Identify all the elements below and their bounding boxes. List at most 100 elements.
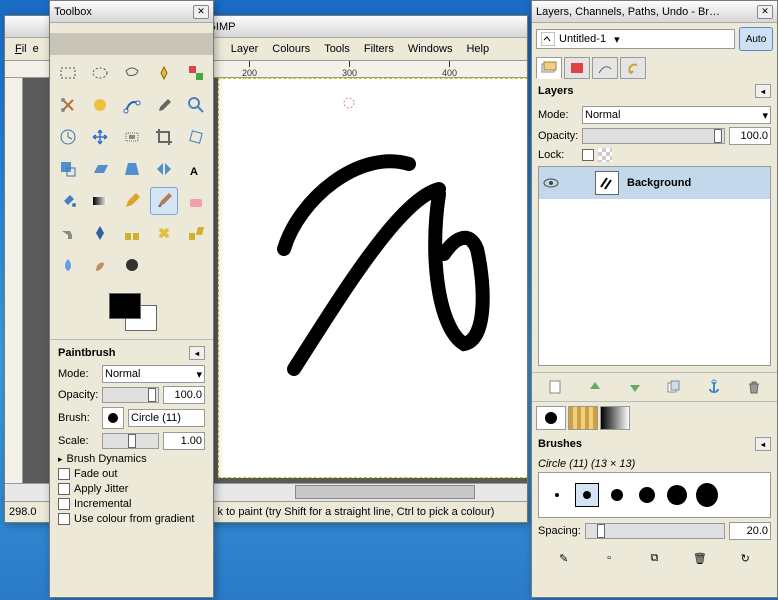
brushes-tab-icon[interactable]	[536, 406, 566, 430]
bucket-fill-tool-icon[interactable]	[54, 187, 82, 215]
fuzzy-select-tool-icon[interactable]	[150, 59, 178, 87]
brush-dynamics-expander[interactable]: Brush Dynamics	[58, 453, 205, 465]
brush-item[interactable]	[605, 483, 629, 507]
menu-help[interactable]: Help	[460, 41, 495, 57]
menu-windows[interactable]: Windows	[402, 41, 459, 57]
shear-tool-icon[interactable]	[86, 155, 114, 183]
edit-brush-icon[interactable]: ✎	[553, 547, 575, 569]
options-menu-icon[interactable]: ◂	[189, 346, 205, 360]
measure-tool-icon[interactable]	[54, 123, 82, 151]
gradients-tab-icon[interactable]	[600, 406, 630, 430]
blur-tool-icon[interactable]	[54, 251, 82, 279]
spacing-value[interactable]: 20.0	[729, 522, 771, 540]
delete-layer-icon[interactable]	[743, 376, 765, 398]
layer-opacity-value[interactable]: 100.0	[729, 127, 771, 145]
toolbox-titlebar[interactable]: Toolbox ✕	[50, 1, 213, 23]
lower-layer-icon[interactable]	[624, 376, 646, 398]
eraser-tool-icon[interactable]	[182, 187, 210, 215]
menu-tools[interactable]: Tools	[318, 41, 356, 57]
smudge-tool-icon[interactable]	[86, 251, 114, 279]
scale-value[interactable]: 1.00	[163, 432, 205, 450]
brushes-menu-icon[interactable]: ◂	[755, 437, 771, 451]
blend-tool-icon[interactable]	[86, 187, 114, 215]
menu-layer[interactable]: Layer	[225, 41, 265, 57]
close-icon[interactable]: ✕	[193, 5, 209, 19]
image-select[interactable]: Untitled-1 ▾	[536, 29, 735, 49]
rect-select-tool-icon[interactable]	[54, 59, 82, 87]
zoom-tool-icon[interactable]	[182, 91, 210, 119]
channels-tab-icon[interactable]	[564, 57, 590, 79]
mode-select[interactable]: Normal▾	[102, 365, 205, 383]
scale-slider[interactable]	[102, 433, 159, 449]
delete-brush-icon[interactable]: 🗑	[689, 547, 711, 569]
brush-preview[interactable]	[102, 407, 124, 429]
brush-item[interactable]	[665, 483, 689, 507]
anchor-layer-icon[interactable]	[703, 376, 725, 398]
menu-file[interactable]: File	[9, 41, 51, 57]
foreground-color[interactable]	[109, 293, 141, 319]
paths-tab-icon[interactable]	[592, 57, 618, 79]
heal-tool-icon[interactable]	[150, 219, 178, 247]
undo-tab-icon[interactable]	[620, 57, 646, 79]
color-select-tool-icon[interactable]	[182, 59, 210, 87]
refresh-brushes-icon[interactable]: ↻	[734, 547, 756, 569]
raise-layer-icon[interactable]	[584, 376, 606, 398]
lock-pixels-checkbox[interactable]	[582, 149, 594, 161]
perspective-tool-icon[interactable]	[118, 155, 146, 183]
new-brush-icon[interactable]: ▫	[598, 547, 620, 569]
perspective-clone-tool-icon[interactable]	[182, 219, 210, 247]
gradient-checkbox[interactable]	[58, 513, 70, 525]
spacing-slider[interactable]	[585, 523, 725, 539]
fade-checkbox[interactable]	[58, 468, 70, 480]
opacity-value[interactable]: 100.0	[163, 386, 205, 404]
foreground-select-tool-icon[interactable]	[86, 91, 114, 119]
duplicate-brush-icon[interactable]: ⧉	[643, 547, 665, 569]
scale-tool-icon[interactable]	[54, 155, 82, 183]
layers-tab-icon[interactable]	[536, 57, 562, 79]
menu-colours[interactable]: Colours	[266, 41, 316, 57]
scissors-tool-icon[interactable]	[54, 91, 82, 119]
layer-row[interactable]: Background	[539, 167, 770, 199]
layer-mode-select[interactable]: Normal▾	[582, 106, 771, 124]
chevron-down-icon: ▾	[196, 368, 202, 381]
patterns-tab-icon[interactable]	[568, 406, 598, 430]
layers-menu-icon[interactable]: ◂	[755, 84, 771, 98]
pencil-tool-icon[interactable]	[118, 187, 146, 215]
eyedropper-tool-icon[interactable]	[150, 91, 178, 119]
menu-filters[interactable]: Filters	[358, 41, 400, 57]
layers-titlebar[interactable]: Layers, Channels, Paths, Undo - Br… ✕	[532, 1, 777, 23]
text-tool-icon[interactable]: A	[182, 155, 210, 183]
layer-opacity-slider[interactable]	[582, 128, 725, 144]
airbrush-tool-icon[interactable]	[54, 219, 82, 247]
lasso-tool-icon[interactable]	[118, 59, 146, 87]
auto-button[interactable]: Auto	[739, 27, 773, 51]
dodge-tool-icon[interactable]	[118, 251, 146, 279]
new-layer-icon[interactable]	[544, 376, 566, 398]
mode-label: Mode:	[58, 368, 98, 380]
canvas-image[interactable]	[218, 78, 527, 478]
opacity-slider[interactable]	[102, 387, 159, 403]
rotate-tool-icon[interactable]	[182, 123, 210, 151]
scrollbar-thumb[interactable]	[295, 485, 475, 499]
clone-tool-icon[interactable]	[118, 219, 146, 247]
paintbrush-tool-icon[interactable]	[150, 187, 178, 215]
lock-alpha-checkbox[interactable]	[598, 148, 612, 162]
brush-item[interactable]	[575, 483, 599, 507]
close-icon[interactable]: ✕	[757, 5, 773, 19]
visibility-icon[interactable]	[543, 175, 559, 191]
ink-tool-icon[interactable]	[86, 219, 114, 247]
ruler-tick: 400	[442, 61, 457, 78]
incremental-checkbox[interactable]	[58, 498, 70, 510]
move-tool-icon[interactable]	[86, 123, 114, 151]
brush-item[interactable]	[635, 483, 659, 507]
brush-select[interactable]: Circle (11)	[128, 409, 205, 427]
flip-tool-icon[interactable]	[150, 155, 178, 183]
crop-tool-icon[interactable]	[150, 123, 178, 151]
duplicate-layer-icon[interactable]	[663, 376, 685, 398]
jitter-checkbox[interactable]	[58, 483, 70, 495]
ellipse-select-tool-icon[interactable]	[86, 59, 114, 87]
align-tool-icon[interactable]	[118, 123, 146, 151]
brush-item[interactable]	[545, 483, 569, 507]
brush-item[interactable]	[695, 483, 719, 507]
paths-tool-icon[interactable]	[118, 91, 146, 119]
